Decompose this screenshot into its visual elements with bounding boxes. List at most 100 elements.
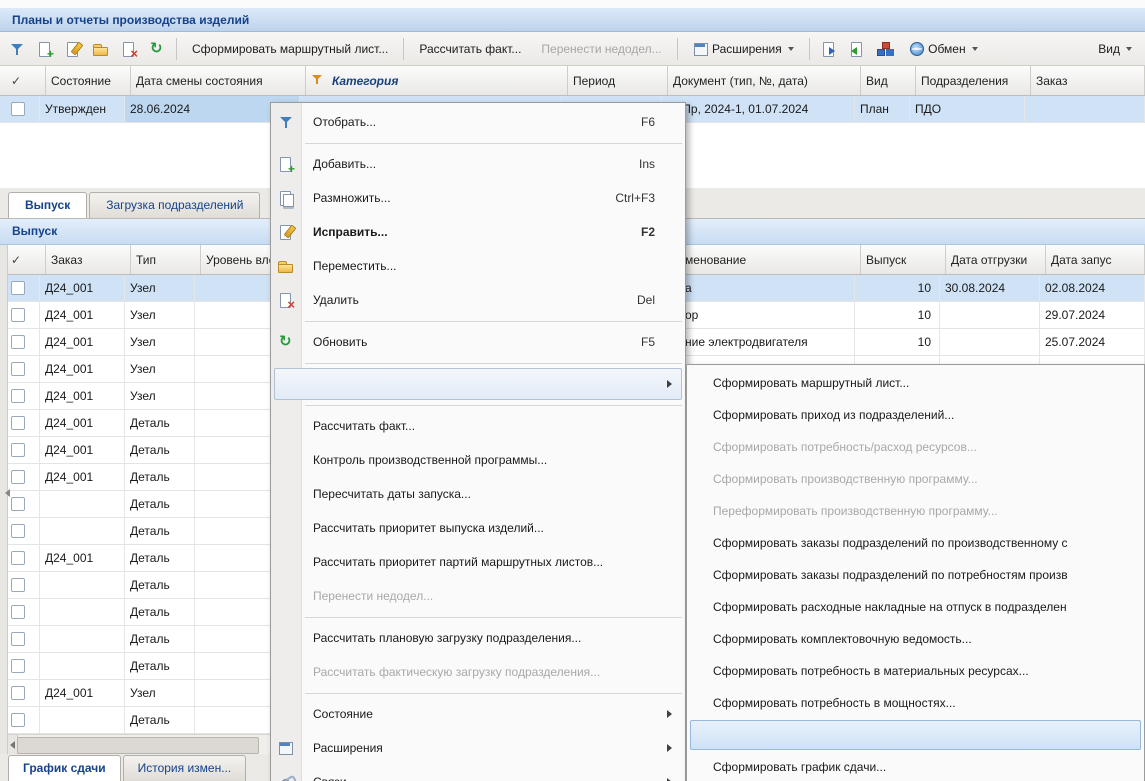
export-button[interactable] <box>816 37 842 61</box>
menu-item[interactable]: Перенести недодел... <box>271 579 685 613</box>
delete-button[interactable] <box>116 37 142 61</box>
row-checkbox[interactable] <box>11 551 25 565</box>
menu-item[interactable]: Рассчитать приоритет выпуска изделий... <box>271 511 685 545</box>
row-checkbox[interactable] <box>11 308 25 322</box>
col-type[interactable]: Тип <box>131 245 201 274</box>
row-checkbox[interactable] <box>11 102 25 116</box>
move-button[interactable] <box>88 37 114 61</box>
row-checkbox[interactable] <box>11 686 25 700</box>
row-checkbox[interactable] <box>11 524 25 538</box>
ship-date-cell: 30.08.2024 <box>940 275 1040 301</box>
carry-unfinished-button[interactable]: Перенести недодел... <box>532 37 670 61</box>
menu-item[interactable]: Формирование <box>271 367 685 401</box>
col-kind[interactable]: Вид <box>861 66 916 95</box>
menu-item[interactable]: Размножить... Ctrl+F3 <box>271 181 685 215</box>
col-departments[interactable]: Подразделения <box>916 66 1031 95</box>
row-checkbox[interactable] <box>11 389 25 403</box>
col-output[interactable]: Выпуск <box>861 245 946 274</box>
row-checkbox[interactable] <box>11 362 25 376</box>
menu-item-label: Состояние <box>313 707 373 721</box>
exchange-button[interactable]: Обмен <box>900 37 987 61</box>
tab-zagruzka-podrazdeleniy[interactable]: Загрузка подразделений <box>89 192 260 218</box>
refresh-button[interactable] <box>144 37 170 61</box>
extensions-button[interactable]: Расширения <box>684 37 803 61</box>
calc-fact-button[interactable]: Рассчитать факт... <box>410 37 530 61</box>
submenu-item[interactable]: Сформировать расходные накладные на отпу… <box>687 591 1144 623</box>
left-splitter[interactable] <box>0 245 8 754</box>
row-checkbox[interactable] <box>11 416 25 430</box>
row-checkbox[interactable] <box>11 659 25 673</box>
col-launch-date[interactable]: Дата запус <box>1046 245 1145 274</box>
tab-istoriya-izmeneniy[interactable]: История измен... <box>123 755 247 781</box>
menu-item[interactable]: Расширения <box>271 731 685 765</box>
submenu-item[interactable]: Сформировать график сдачи... <box>687 751 1144 781</box>
menu-item[interactable]: Отобрать... F6 <box>271 105 685 139</box>
col-check[interactable]: ✓ <box>6 66 46 95</box>
row-checkbox[interactable] <box>11 281 25 295</box>
view-button[interactable]: Вид <box>1089 37 1141 61</box>
row-checkbox[interactable] <box>11 713 25 727</box>
col-ship-date[interactable]: Дата отгрузки <box>946 245 1046 274</box>
type-cell: Узел <box>125 356 195 382</box>
launch-date-cell: 02.08.2024 <box>1040 275 1145 301</box>
menu-item[interactable]: Исправить... F2 <box>271 215 685 249</box>
submenu-item[interactable]: Сформировать производственную программу.… <box>687 463 1144 495</box>
tab-vypusk[interactable]: Выпуск <box>8 192 87 218</box>
menu-item[interactable]: Рассчитать приоритет партий маршрутных л… <box>271 545 685 579</box>
submenu-item[interactable]: Сформировать заказы подразделений по про… <box>687 527 1144 559</box>
menu-item[interactable]: Состояние <box>271 697 685 731</box>
col-order[interactable]: Заказ <box>46 245 131 274</box>
submenu-item[interactable]: Сформировать приход из подразделений... <box>687 399 1144 431</box>
menu-item[interactable]: Рассчитать плановую загрузку подразделен… <box>271 621 685 655</box>
menu-item[interactable]: Добавить... Ins <box>271 147 685 181</box>
menu-item[interactable]: Обновить F5 <box>271 325 685 359</box>
ship-date-cell <box>940 302 1040 328</box>
menu-item[interactable] <box>271 317 685 325</box>
route-sheet-button[interactable]: Сформировать маршрутный лист... <box>183 37 397 61</box>
row-checkbox[interactable] <box>11 443 25 457</box>
col-period[interactable]: Период <box>568 66 668 95</box>
col-check[interactable]: ✓ <box>6 245 46 274</box>
row-checkbox[interactable] <box>11 632 25 646</box>
row-checkbox[interactable] <box>11 335 25 349</box>
menu-item-label: Рассчитать факт... <box>313 419 415 433</box>
menu-item[interactable] <box>271 359 685 367</box>
menu-item[interactable] <box>271 139 685 147</box>
row-checkbox[interactable] <box>11 470 25 484</box>
submenu-item[interactable]: Сформировать потребность в материальных … <box>687 655 1144 687</box>
col-state[interactable]: Состояние <box>46 66 131 95</box>
submenu-item[interactable]: Сформировать комплектовочную ведомость..… <box>687 623 1144 655</box>
menu-item[interactable]: Переместить... <box>271 249 685 283</box>
tab-grafik-sdachi[interactable]: График сдачи <box>8 755 121 781</box>
col-state-change-date[interactable]: Дата смены состояния <box>131 66 306 95</box>
menu-item[interactable]: Связи <box>271 765 685 781</box>
col-category[interactable]: Категория <box>306 66 568 95</box>
import-button[interactable] <box>844 37 870 61</box>
menu-item[interactable] <box>271 401 685 409</box>
row-checkbox[interactable] <box>11 578 25 592</box>
menu-item[interactable]: Контроль производственной программы... <box>271 443 685 477</box>
col-document[interactable]: Документ (тип, №, дата) <box>668 66 861 95</box>
edit-button[interactable] <box>60 37 86 61</box>
submenu-item[interactable]: Сформировать маршрутный лист... <box>687 367 1144 399</box>
scroll-thumb[interactable] <box>17 737 259 754</box>
menu-item[interactable] <box>271 613 685 621</box>
menu-item[interactable] <box>271 689 685 697</box>
menu-item-shortcut: Del <box>637 293 655 307</box>
add-button[interactable] <box>32 37 58 61</box>
menu-item[interactable]: Пересчитать даты запуска... <box>271 477 685 511</box>
row-checkbox[interactable] <box>11 605 25 619</box>
menu-item[interactable]: Рассчитать факт... <box>271 409 685 443</box>
submenu-item[interactable]: Переформировать производственную програм… <box>687 495 1144 527</box>
org-structure-button[interactable] <box>872 37 898 61</box>
col-order[interactable]: Заказ <box>1031 66 1145 95</box>
submenu-item[interactable]: Сформировать потребность/расход ресурсов… <box>687 431 1144 463</box>
submenu-item[interactable]: Сформировать потребность в мощностях... <box>687 687 1144 719</box>
menu-item[interactable]: Рассчитать фактическую загрузку подразде… <box>271 655 685 689</box>
filter-button[interactable] <box>4 37 30 61</box>
submenu-item[interactable]: Сформировать заказы подразделений по пот… <box>687 559 1144 591</box>
submenu-item[interactable]: Сформировать цеховые планы... <box>687 719 1144 751</box>
order-cell: Д24_001 <box>40 464 125 490</box>
row-checkbox[interactable] <box>11 497 25 511</box>
menu-item[interactable]: Удалить Del <box>271 283 685 317</box>
